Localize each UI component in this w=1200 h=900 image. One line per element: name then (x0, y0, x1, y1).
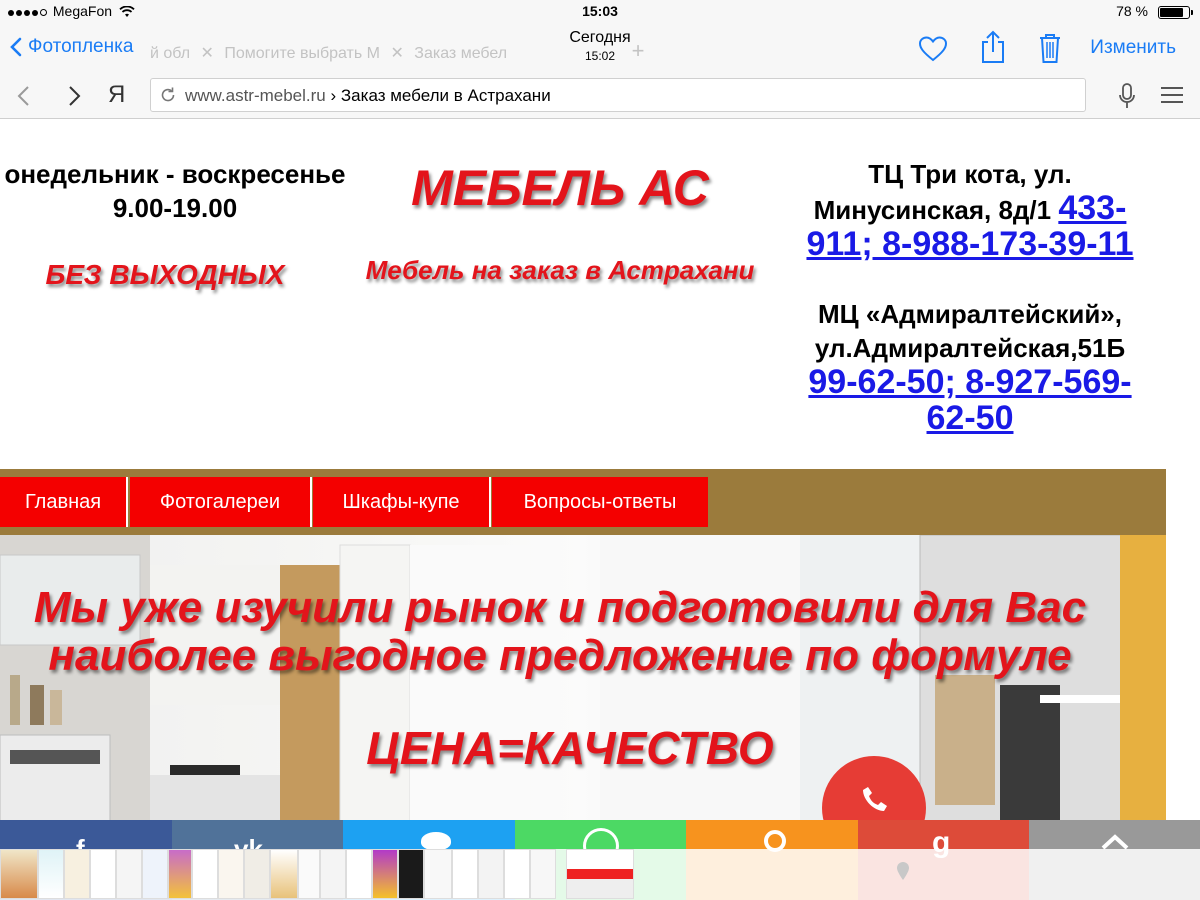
address-bar[interactable]: www.astr-mebel.ru › Заказ мебели в Астра… (150, 78, 1086, 112)
store-address-1: ТЦ Три кота, ул. Минусинская, 8д/1 433- … (760, 157, 1180, 263)
tab-thumbnail[interactable] (452, 849, 478, 899)
kitchen-wardrobe-photo (0, 535, 1166, 835)
web-page: онедельник - воскресенье 9.00-19.00 БЕЗ … (0, 119, 1200, 900)
tab-thumbnail[interactable] (90, 849, 116, 899)
store-address-line: ул.Адмиралтейская,51Б (814, 333, 1126, 363)
menu-item-faq[interactable]: Вопросы-ответы (492, 477, 708, 527)
store-phone-link[interactable]: 433- (1058, 189, 1126, 227)
store-address-line: ТЦ Три кота, ул. (868, 159, 1072, 189)
menu-icon[interactable] (1160, 85, 1184, 105)
tab-thumbnail[interactable] (64, 849, 90, 899)
tab-thumbnail[interactable] (244, 849, 270, 899)
store-address-line: Минусинская, 8д/1 (813, 195, 1052, 225)
store-phone-link[interactable]: 99-62-50; 8-927-569- (808, 363, 1131, 401)
menu-item-galleries[interactable]: Фотогалереи (130, 477, 312, 527)
store-address-line: МЦ «Адмиралтейский», (818, 299, 1122, 329)
store-address-2: МЦ «Адмиралтейский», ул.Адмиралтейская,5… (760, 297, 1180, 437)
photo-date: Сегодня (569, 29, 631, 46)
work-time: 9.00-19.00 (112, 193, 238, 223)
battery-icon (1158, 6, 1193, 19)
hero-formula: ЦЕНА=КАЧЕСТВО (366, 722, 774, 774)
scroll-top-icon (1101, 834, 1129, 850)
url-separator: › (330, 86, 337, 105)
tab-thumbnails-strip (0, 849, 1200, 900)
tab-thumbnail[interactable] (270, 849, 298, 899)
tab-thumbnail[interactable] (530, 849, 556, 899)
tab-thumbnail[interactable] (192, 849, 218, 899)
browser-back-icon[interactable] (16, 84, 32, 108)
work-hours: онедельник - воскресенье 9.00-19.00 (0, 157, 360, 225)
edit-button[interactable]: Изменить (1090, 37, 1176, 59)
twitter-icon (421, 832, 451, 850)
no-days-off-label: БЕЗ ВЫХОДНЫХ (45, 259, 285, 290)
store-phone-link[interactable]: 62-50 (927, 399, 1014, 437)
hero-headline-line2: наиболее выгодное предложение по формуле (48, 631, 1072, 680)
work-days: онедельник - воскресенье (4, 159, 346, 189)
phone-icon (863, 787, 887, 811)
browser-forward-icon[interactable] (66, 84, 82, 108)
status-time: 15:03 (582, 3, 618, 19)
hero-banner: Мы уже изучили рынок и подготовили для В… (0, 535, 1166, 835)
menu-item-home[interactable]: Главная (0, 477, 128, 527)
tab-thumbnail-active[interactable] (566, 849, 634, 899)
battery-percent: 78 % (1116, 3, 1148, 19)
tab-thumbnail[interactable] (116, 849, 142, 899)
tab-thumbnail[interactable] (504, 849, 530, 899)
tab-thumbnail[interactable] (0, 849, 38, 899)
reload-icon[interactable] (159, 86, 177, 104)
tab-thumbnail[interactable] (372, 849, 398, 899)
microphone-icon[interactable] (1118, 82, 1136, 110)
photo-time: 15:02 (584, 49, 616, 63)
browser-toolbar: Я www.astr-mebel.ru › Заказ мебели в Аст… (0, 74, 1200, 119)
heart-icon[interactable] (918, 35, 948, 63)
hero-headline-line1: Мы уже изучили рынок и подготовили для В… (33, 583, 1087, 632)
trash-icon[interactable] (1038, 32, 1062, 64)
brand-logo: МЕБЕЛЬ АС (411, 160, 709, 216)
tab-thumbnail[interactable] (320, 849, 346, 899)
tab-thumbnail[interactable] (398, 849, 424, 899)
url-text: www.astr-mebel.ru › Заказ мебели в Астра… (185, 86, 551, 106)
tab-thumbnail[interactable] (346, 849, 372, 899)
tab-thumbnail[interactable] (424, 849, 452, 899)
tab-thumbnail[interactable] (478, 849, 504, 899)
tab-thumbnail[interactable] (218, 849, 244, 899)
yandex-logo-icon[interactable]: Я (108, 81, 125, 109)
tab-thumbnail[interactable] (298, 849, 320, 899)
tab-thumbnail[interactable] (38, 849, 64, 899)
main-menu: Главная Фотогалереи Шкафы-купе Вопросы-о… (0, 469, 1166, 535)
menu-item-wardrobes[interactable]: Шкафы-купе (313, 477, 491, 527)
url-domain: www.astr-mebel.ru (185, 86, 326, 105)
store-phone-link[interactable]: 911; 8-988-173-39-11 (806, 225, 1133, 263)
tab-thumbnail[interactable] (142, 849, 168, 899)
brand-tagline: Мебель на заказ в Астрахани (365, 255, 755, 285)
photos-nav-bar: й обл ✕ Помогите выбрать М ✕ Заказ мебел… (0, 24, 1200, 74)
photo-title: Сегодня 15:02 (0, 29, 1200, 63)
share-icon[interactable] (980, 30, 1006, 64)
status-bar: MegaFon 15:03 78 % (0, 0, 1200, 24)
location-pin-icon (897, 862, 909, 880)
tab-thumbnail[interactable] (168, 849, 192, 899)
url-page-title: Заказ мебели в Астрахани (340, 86, 551, 105)
